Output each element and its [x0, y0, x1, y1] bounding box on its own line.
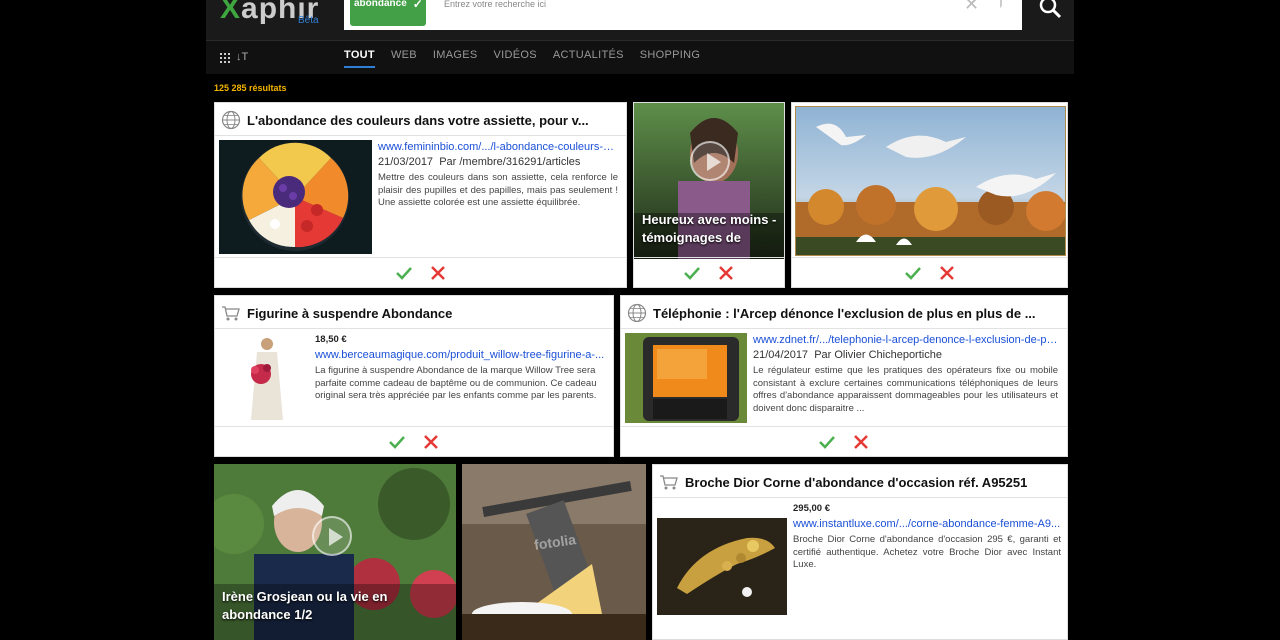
card-title[interactable]: L'abondance des couleurs dans votre assi… — [247, 113, 589, 128]
result-card-shopping-2: Broche Dior Corne d'abondance d'occasion… — [652, 464, 1068, 640]
tab-bar: TOUT WEB IMAGES VIDÉOS ACTUALITÉS SHOPPI… — [344, 49, 700, 68]
figurine-image[interactable] — [221, 332, 309, 424]
result-author: Par Olivier Chicheportiche — [814, 349, 942, 361]
result-card-image-1 — [791, 102, 1068, 288]
result-url[interactable]: www.femininbio.com/.../l-abondance-coule… — [378, 141, 618, 153]
brooch-graphic — [657, 518, 787, 615]
result-author: Par /membre/316291/articles — [439, 156, 581, 168]
play-icon — [690, 141, 730, 181]
divider — [621, 328, 1067, 329]
card-actions — [215, 257, 626, 287]
clear-icon[interactable]: ✕ — [964, 0, 979, 15]
cart-icon — [660, 475, 678, 490]
result-snippet: Le régulateur estime que les pratiques d… — [753, 365, 1058, 414]
reject-x-icon[interactable] — [429, 264, 447, 282]
raclette-image[interactable]: fotolia — [462, 464, 646, 640]
result-card-video-2: Irène Grosjean ou la vie en abondance 1/… — [214, 464, 456, 640]
nav-bar: ↓T TOUT WEB IMAGES VIDÉOS ACTUALITÉS SHO… — [206, 40, 1074, 74]
app-window: Xaphir Bêta abondance ✓ ✕ ↓T — [206, 0, 1074, 640]
result-url[interactable]: www.zdnet.fr/.../telephonie-l-arcep-deno… — [753, 334, 1058, 346]
card-header: Figurine à suspendre Abondance — [221, 302, 607, 324]
result-snippet: Mettre des couleurs dans son assiette, c… — [378, 172, 618, 208]
results-count: 125 285 résultats — [214, 83, 287, 93]
globe-icon — [221, 110, 241, 130]
logo-beta-badge: Bêta — [298, 15, 319, 26]
card-header: L'abondance des couleurs dans votre assi… — [221, 109, 620, 131]
card-header: Broche Dior Corne d'abondance d'occasion… — [659, 471, 1061, 493]
tab-shopping[interactable]: SHOPPING — [640, 49, 700, 68]
product-price: 18,50 € — [315, 334, 347, 345]
approve-check-icon[interactable] — [395, 264, 413, 282]
card-title[interactable]: Téléphonie : l'Arcep dénonce l'exclusion… — [653, 306, 1036, 321]
card-title[interactable]: Figurine à suspendre Abondance — [247, 306, 452, 321]
divider — [215, 135, 626, 136]
video-title[interactable]: Heureux avec moins - témoignages de — [642, 211, 782, 247]
tab-web[interactable]: WEB — [391, 49, 417, 68]
video-thumbnail[interactable]: Heureux avec moins - témoignages de — [634, 103, 784, 259]
result-snippet: Broche Dior Corne d'abondance d'occasion… — [793, 534, 1061, 570]
card-actions — [634, 257, 784, 287]
product-price: 295,00 € — [793, 503, 830, 514]
search-input[interactable] — [444, 0, 944, 12]
tab-actualites[interactable]: ACTUALITÉS — [553, 49, 624, 68]
check-icon: ✓ — [412, 0, 423, 11]
card-body: www.zdnet.fr/.../telephonie-l-arcep-deno… — [753, 334, 1058, 415]
search-button[interactable] — [1028, 0, 1074, 30]
approve-check-icon[interactable] — [818, 433, 836, 451]
brooch-image[interactable] — [657, 518, 787, 615]
result-card-web-1: L'abondance des couleurs dans votre assi… — [214, 102, 627, 288]
approve-check-icon[interactable] — [904, 264, 922, 282]
video-thumbnail[interactable]: Irène Grosjean ou la vie en abondance 1/… — [214, 464, 456, 640]
cart-icon — [222, 306, 240, 321]
result-card-web-2: Téléphonie : l'Arcep dénonce l'exclusion… — [620, 295, 1068, 457]
approve-check-icon[interactable] — [388, 433, 406, 451]
tab-tout[interactable]: TOUT — [344, 49, 375, 68]
play-icon — [312, 516, 352, 556]
card-body: 18,50 € www.berceaumagique.com/produit_w… — [315, 334, 607, 403]
result-snippet: La figurine à suspendre Abondance de la … — [315, 365, 597, 401]
card-actions — [215, 426, 613, 456]
reject-x-icon[interactable] — [717, 264, 735, 282]
phone-graphic — [625, 333, 747, 423]
card-body: www.femininbio.com/.../l-abondance-coule… — [378, 141, 618, 210]
filter-icon[interactable] — [994, 0, 1008, 10]
geese-graphic — [796, 107, 1065, 255]
reject-x-icon[interactable] — [938, 264, 956, 282]
result-date: 21/03/2017 — [378, 156, 434, 168]
figurine-graphic — [251, 338, 283, 420]
sort-icon[interactable]: ↓T — [236, 51, 248, 63]
tab-images[interactable]: IMAGES — [433, 49, 478, 68]
result-card-video-1: Heureux avec moins - témoignages de — [633, 102, 785, 288]
globe-icon — [627, 303, 647, 323]
search-chip[interactable]: abondance ✓ — [350, 0, 426, 26]
card-body: 295,00 € www.instantluxe.com/.../corne-a… — [793, 503, 1061, 572]
video-title[interactable]: Irène Grosjean ou la vie en abondance 1/… — [222, 588, 412, 624]
card-header: Téléphonie : l'Arcep dénonce l'exclusion… — [627, 302, 1061, 324]
approve-check-icon[interactable] — [683, 264, 701, 282]
card-actions — [792, 257, 1067, 287]
card-actions — [621, 426, 1067, 456]
reject-x-icon[interactable] — [422, 433, 440, 451]
result-url[interactable]: www.instantluxe.com/.../corne-abondance-… — [793, 518, 1061, 530]
search-icon — [1039, 0, 1062, 19]
result-date: 21/04/2017 — [753, 349, 809, 361]
divider — [653, 497, 1067, 498]
raclette-graphic — [462, 464, 646, 640]
search-chip-label: abondance — [354, 0, 407, 9]
search-bar: abondance ✓ ✕ — [344, 0, 1022, 30]
phone-image[interactable] — [625, 333, 747, 423]
result-card-shopping-1: Figurine à suspendre Abondance 18,50 € w… — [214, 295, 614, 457]
divider — [215, 328, 613, 329]
grid-view-icon[interactable] — [220, 53, 230, 63]
geese-image[interactable] — [795, 106, 1066, 256]
top-bar: Xaphir Bêta abondance ✓ ✕ — [206, 0, 1074, 40]
reject-x-icon[interactable] — [852, 433, 870, 451]
fruit-plate-image[interactable] — [219, 140, 372, 254]
result-card-image-2: fotolia — [462, 464, 646, 640]
card-title[interactable]: Broche Dior Corne d'abondance d'occasion… — [685, 475, 1027, 490]
fruit-plate-graphic — [219, 140, 372, 254]
tab-videos[interactable]: VIDÉOS — [494, 49, 537, 68]
result-url[interactable]: www.berceaumagique.com/produit_willow-tr… — [315, 349, 607, 361]
